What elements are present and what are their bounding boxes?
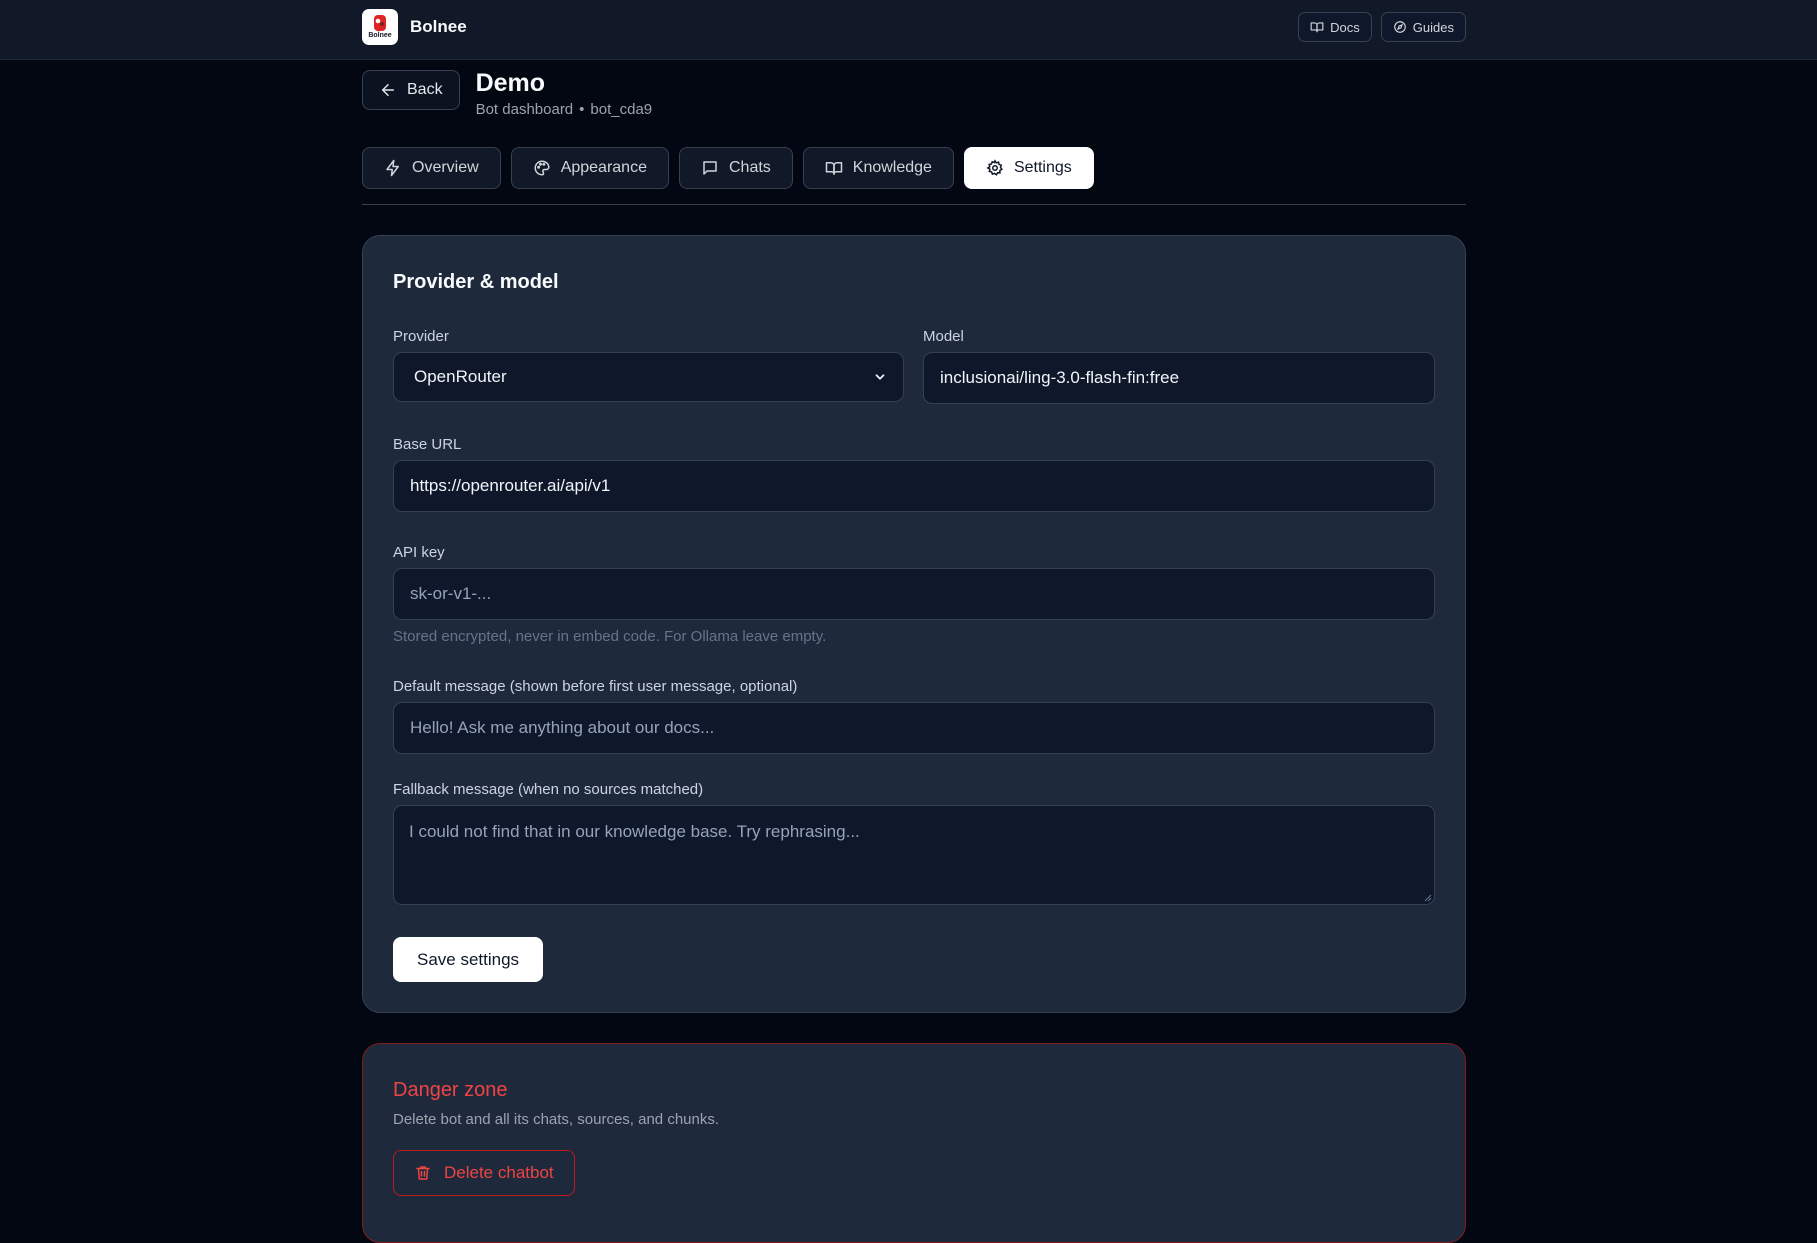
danger-zone-title: Danger zone xyxy=(393,1079,508,1101)
tab-label: Chats xyxy=(728,159,771,176)
fallback-message-textarea[interactable]: I could not find that in our knowledge b… xyxy=(393,805,1435,905)
api-key-help: Stored encrypted, never in embed code. F… xyxy=(393,628,827,645)
model-value: inclusionai/ling-3.0-flash-fin:free xyxy=(940,368,1180,387)
tab-appearance[interactable]: Appearance xyxy=(510,147,669,189)
delete-chatbot-button[interactable]: Delete chatbot xyxy=(393,1150,575,1196)
model-input[interactable]: inclusionai/ling-3.0-flash-fin:free xyxy=(923,352,1435,404)
api-key-input[interactable]: sk-or-v1-... xyxy=(393,568,1435,620)
provider-select[interactable]: OpenRouter xyxy=(393,352,904,402)
back-label: Back xyxy=(407,81,443,98)
book-icon xyxy=(825,162,843,175)
section-title: Provider & model xyxy=(393,271,559,293)
page-header: Back Demo Bot dashboard • bot_cda9 xyxy=(362,68,652,118)
gear-icon xyxy=(986,159,1003,176)
page-title: Demo xyxy=(475,69,546,97)
subtitle-text: Bot dashboard xyxy=(475,101,574,118)
guides-label: Guides xyxy=(1412,19,1454,35)
api-key-placeholder: sk-or-v1-... xyxy=(410,584,492,603)
model-label: Model xyxy=(923,328,964,345)
provider-value: OpenRouter xyxy=(414,367,507,386)
tab-label: Appearance xyxy=(560,159,647,176)
tab-chats[interactable]: Chats xyxy=(678,147,793,189)
top-navbar: Bolnee Bolnee Docs Guides xyxy=(0,0,1817,60)
tab-settings[interactable]: Settings xyxy=(963,147,1094,189)
tab-label: Overview xyxy=(412,159,479,176)
delete-label: Delete chatbot xyxy=(444,1163,554,1182)
fallback-message-placeholder: I could not find that in our knowledge b… xyxy=(409,822,860,841)
bolt-icon xyxy=(386,159,399,177)
base-url-label: Base URL xyxy=(393,436,462,453)
default-message-input[interactable]: Hello! Ask me anything about our docs... xyxy=(393,702,1435,754)
tab-label: Knowledge xyxy=(852,159,932,176)
docs-label: Docs xyxy=(1330,19,1360,35)
base-url-input[interactable]: https://openrouter.ai/api/v1 xyxy=(393,460,1435,512)
api-key-label: API key xyxy=(393,544,445,561)
palette-icon xyxy=(534,160,550,176)
chevron-down-icon xyxy=(875,374,885,380)
bolnee-logo-icon xyxy=(374,15,386,31)
docs-button[interactable]: Docs xyxy=(1298,12,1372,42)
tab-label: Settings xyxy=(1013,159,1072,176)
provider-model-card: Provider & model Provider OpenRouter Mod… xyxy=(362,235,1466,1013)
tab-knowledge[interactable]: Knowledge xyxy=(802,147,954,189)
base-url-value: https://openrouter.ai/api/v1 xyxy=(410,476,611,495)
back-button[interactable]: Back xyxy=(362,70,460,110)
tab-bar: Overview Appearance Chats Knowledge Sett… xyxy=(362,147,1094,189)
fallback-message-label: Fallback message (when no sources matche… xyxy=(393,781,704,798)
danger-zone-card: Danger zone Delete bot and all its chats… xyxy=(362,1043,1466,1243)
brand[interactable]: Bolnee Bolnee xyxy=(362,9,467,45)
compass-icon xyxy=(1393,21,1406,33)
resize-handle-icon[interactable] xyxy=(1424,894,1432,902)
chat-icon xyxy=(703,161,717,175)
subtitle-separator: • xyxy=(579,101,585,118)
danger-zone-description: Delete bot and all its chats, sources, a… xyxy=(393,1111,720,1128)
default-message-placeholder: Hello! Ask me anything about our docs... xyxy=(410,718,715,737)
page-subtitle: Bot dashboard • bot_cda9 xyxy=(476,101,653,118)
provider-label: Provider xyxy=(393,328,449,345)
guides-button[interactable]: Guides xyxy=(1380,12,1466,42)
app-name: Bolnee xyxy=(410,17,467,36)
tab-divider xyxy=(362,204,1466,205)
tab-overview[interactable]: Overview xyxy=(362,147,501,189)
default-message-label: Default message (shown before first user… xyxy=(393,678,798,695)
app-logo: Bolnee xyxy=(362,9,398,45)
arrow-left-icon xyxy=(382,84,394,96)
book-open-icon xyxy=(1310,22,1324,33)
bot-id: bot_cda9 xyxy=(590,101,653,118)
logo-text: Bolnee xyxy=(368,32,392,39)
trash-icon xyxy=(416,1166,430,1180)
save-settings-button[interactable]: Save settings xyxy=(393,937,544,982)
